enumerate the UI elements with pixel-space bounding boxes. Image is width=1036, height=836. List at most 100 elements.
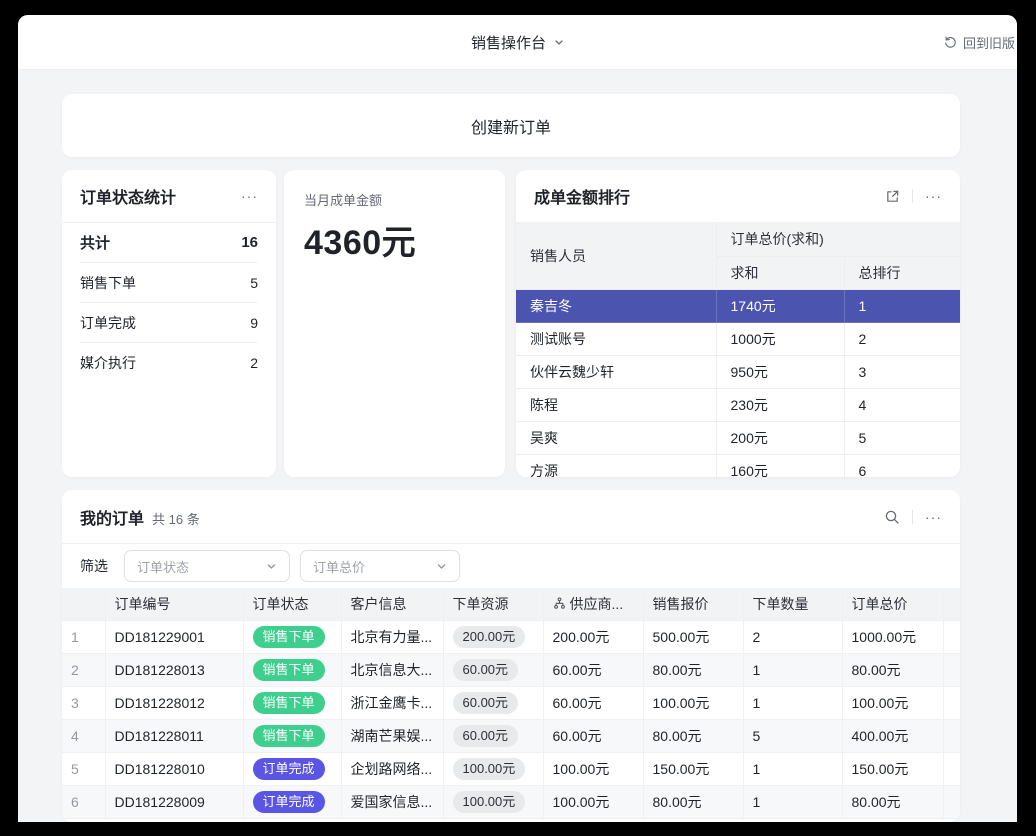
divider xyxy=(912,189,913,203)
row-number: 3 xyxy=(62,686,105,719)
stat-value: 2 xyxy=(250,355,258,371)
ranking-row[interactable]: 陈程 230元 4 xyxy=(516,388,960,421)
ranking-row[interactable]: 秦吉冬 1740元 1 xyxy=(516,289,960,322)
dashboard-cards-row: 订单状态统计 ··· 共计 16 销售下单 5 xyxy=(62,170,960,477)
rank-cell: 1 xyxy=(844,289,960,322)
status-list: 共计 16 销售下单 5 订单完成 9 xyxy=(62,223,276,383)
col-customer: 客户信息 xyxy=(341,588,443,620)
stat-row[interactable]: 共计 16 xyxy=(80,223,258,263)
order-row[interactable]: 4 DD181228011 销售下单 湖南芒果娱... 60.00元 60.00… xyxy=(62,719,960,752)
chevron-down-icon xyxy=(266,561,277,572)
search-icon[interactable] xyxy=(884,509,900,525)
sitemap-icon xyxy=(553,597,566,610)
status-cell: 销售下单 xyxy=(243,686,341,719)
order-id-cell: DD181228013 xyxy=(105,653,243,686)
person-cell: 测试账号 xyxy=(516,322,716,355)
col-sum: 求和 xyxy=(716,256,844,289)
person-cell: 吴爽 xyxy=(516,421,716,454)
price-filter-placeholder: 订单总价 xyxy=(313,557,365,576)
page-title: 销售操作台 xyxy=(471,32,546,53)
amount-value: 4360元 xyxy=(304,215,485,264)
status-badge: 销售下单 xyxy=(253,626,325,648)
stat-row[interactable]: 订单完成 9 xyxy=(80,303,258,343)
ranking-row[interactable]: 伙伴云魏少轩 950元 3 xyxy=(516,355,960,388)
extra-cell xyxy=(943,620,960,653)
stat-row[interactable]: 媒介执行 2 xyxy=(80,343,258,383)
status-card-title: 订单状态统计 xyxy=(80,184,176,208)
sum-cell: 1740元 xyxy=(716,289,844,322)
order-row[interactable]: 6 DD181228009 订单完成 爱国家信息... 100.00元 100.… xyxy=(62,785,960,818)
ranking-row[interactable]: 方源 160元 6 xyxy=(516,454,960,477)
ranking-row[interactable]: 吴爽 200元 5 xyxy=(516,421,960,454)
amount-label: 当月成单金额 xyxy=(304,190,485,209)
extra-cell xyxy=(943,653,960,686)
order-status-stats-card: 订单状态统计 ··· 共计 16 销售下单 5 xyxy=(62,170,276,477)
qty-cell: 5 xyxy=(743,719,842,752)
col-order-status: 订单状态 xyxy=(243,588,341,620)
qty-cell: 1 xyxy=(743,752,842,785)
more-button[interactable]: ··· xyxy=(925,510,942,524)
orders-count: 共 16 条 xyxy=(152,509,200,528)
row-number: 6 xyxy=(62,785,105,818)
rank-cell: 2 xyxy=(844,322,960,355)
order-row[interactable]: 3 DD181228012 销售下单 浙江金鹰卡... 60.00元 60.00… xyxy=(62,686,960,719)
order-total-filter-select[interactable]: 订单总价 xyxy=(300,550,460,582)
resource-cell: 100.00元 xyxy=(443,785,543,818)
supplier-cell: 60.00元 xyxy=(543,653,643,686)
resource-cell: 200.00元 xyxy=(443,620,543,653)
quote-cell: 80.00元 xyxy=(643,653,743,686)
order-row[interactable]: 2 DD181228013 销售下单 北京信息大... 60.00元 60.00… xyxy=(62,653,960,686)
order-row[interactable]: 5 DD181228010 订单完成 企划路网络... 100.00元 100.… xyxy=(62,752,960,785)
status-badge: 销售下单 xyxy=(253,692,325,714)
monthly-amount-card: 当月成单金额 4360元 xyxy=(284,170,505,477)
rank-cell: 6 xyxy=(844,454,960,477)
resource-cell: 60.00元 xyxy=(443,719,543,752)
more-button[interactable]: ··· xyxy=(925,189,942,203)
status-cell: 销售下单 xyxy=(243,719,341,752)
customer-cell: 爱国家信息... xyxy=(341,785,443,818)
app-window: 销售操作台 回到旧版 创建新订单 订单状态统计 ··· xyxy=(18,15,1017,822)
stat-value: 9 xyxy=(250,315,258,331)
quote-cell: 150.00元 xyxy=(643,752,743,785)
stat-row[interactable]: 销售下单 5 xyxy=(80,263,258,303)
total-cell: 80.00元 xyxy=(842,785,943,818)
status-cell: 订单完成 xyxy=(243,785,341,818)
total-cell: 400.00元 xyxy=(842,719,943,752)
app-title-dropdown[interactable]: 销售操作台 xyxy=(471,15,564,70)
create-order-button[interactable]: 创建新订单 xyxy=(62,94,960,157)
col-quote: 销售报价 xyxy=(643,588,743,620)
more-button[interactable]: ··· xyxy=(241,189,258,203)
order-id-cell: DD181228012 xyxy=(105,686,243,719)
rank-cell: 3 xyxy=(844,355,960,388)
ranking-card-header: 成单金额排行 ··· xyxy=(516,170,960,223)
quote-cell: 500.00元 xyxy=(643,620,743,653)
back-to-old-version-button[interactable]: 回到旧版 xyxy=(943,15,1015,70)
order-id-cell: DD181229001 xyxy=(105,620,243,653)
supplier-cell: 60.00元 xyxy=(543,686,643,719)
order-row[interactable]: 1 DD181229001 销售下单 北京有力量... 200.00元 200.… xyxy=(62,620,960,653)
col-order-total-group: 订单总价(求和) xyxy=(716,223,960,256)
qty-cell: 1 xyxy=(743,686,842,719)
order-status-filter-select[interactable]: 订单状态 xyxy=(124,550,290,582)
col-order-id: 订单编号 xyxy=(105,588,243,620)
open-external-icon[interactable] xyxy=(885,189,900,204)
supplier-cell: 100.00元 xyxy=(543,752,643,785)
extra-cell xyxy=(943,686,960,719)
back-label: 回到旧版 xyxy=(963,33,1015,52)
supplier-cell: 60.00元 xyxy=(543,719,643,752)
ranking-row[interactable]: 测试账号 1000元 2 xyxy=(516,322,960,355)
qty-cell: 1 xyxy=(743,785,842,818)
total-cell: 100.00元 xyxy=(842,686,943,719)
status-cell: 销售下单 xyxy=(243,653,341,686)
supplier-cell: 200.00元 xyxy=(543,620,643,653)
status-badge: 销售下单 xyxy=(253,725,325,747)
customer-cell: 浙江金鹰卡... xyxy=(341,686,443,719)
quote-cell: 100.00元 xyxy=(643,686,743,719)
person-cell: 陈程 xyxy=(516,388,716,421)
status-badge: 销售下单 xyxy=(253,659,325,681)
orders-table: 订单编号 订单状态 客户信息 下单资源 供应商... xyxy=(62,588,960,819)
status-badge: 订单完成 xyxy=(253,791,325,813)
stat-value: 16 xyxy=(241,234,258,251)
chevron-down-icon xyxy=(553,37,564,48)
resource-badge: 60.00元 xyxy=(453,725,519,747)
